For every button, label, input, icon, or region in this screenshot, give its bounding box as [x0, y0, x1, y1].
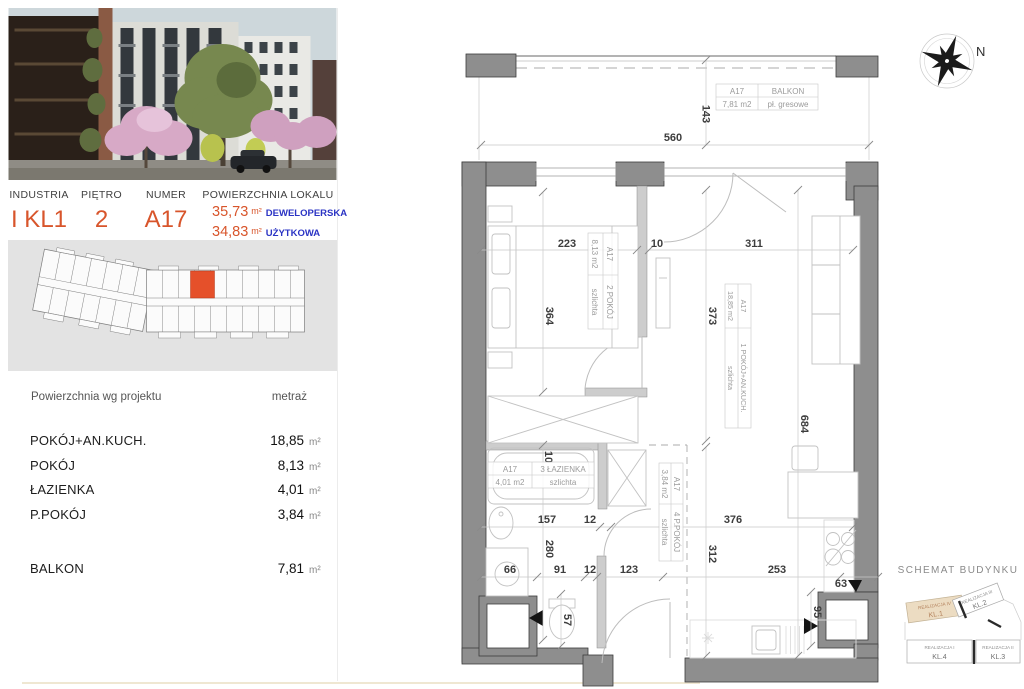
sofa — [812, 216, 860, 364]
table-row: POKÓJ+AN.KUCH. 18,85 m² — [8, 433, 337, 448]
svg-text:8,13 m2: 8,13 m2 — [590, 240, 599, 269]
svg-text:18,85 m2: 18,85 m2 — [726, 291, 735, 321]
svg-text:SCHEMAT BUDYNKU: SCHEMAT BUDYNKU — [898, 565, 1019, 576]
tv-console — [656, 258, 670, 328]
floor-minimap-band — [8, 240, 337, 371]
svg-text:373: 373 — [706, 307, 718, 325]
bathroom-sink — [489, 507, 513, 539]
schemat-kl4: REALIZACJA I KL.4 — [907, 640, 972, 663]
table-header-left: Powierzchnia wg projektu — [31, 391, 161, 403]
washing-machine — [608, 450, 646, 506]
windows — [536, 163, 846, 181]
svg-text:2 POKÓJ: 2 POKÓJ — [605, 285, 614, 319]
powierzchnia-label: POWIERZCHNIA LOKALU — [199, 189, 337, 201]
svg-text:280: 280 — [543, 540, 555, 558]
apartment-sheet: 560 143 223 10 311 364 373 684 10 157 12… — [0, 0, 1024, 689]
wardrobe — [488, 396, 638, 443]
svg-text:A17: A17 — [739, 300, 748, 313]
svg-text:A17: A17 — [730, 87, 745, 96]
svg-text:A17: A17 — [503, 465, 518, 474]
svg-text:95: 95 — [811, 606, 823, 618]
numer-value: A17 — [133, 206, 199, 234]
svg-text:91: 91 — [554, 564, 566, 576]
svg-text:3,84 m2: 3,84 m2 — [660, 470, 669, 499]
room-label-lazienka: A17 3 ŁAZIENKA 4,01 m2 szlichta — [488, 462, 594, 488]
svg-text:560: 560 — [664, 132, 682, 144]
apartment-card-panel: INDUSTRIA I KL1 PIĘTRO 2 NUMER A17 POWIE… — [8, 8, 338, 681]
schemat-kl2: REALIZACJA III KL.2 — [952, 583, 1003, 617]
svg-text:szlichta: szlichta — [726, 366, 735, 390]
svg-text:10: 10 — [651, 238, 663, 250]
chair — [792, 446, 818, 470]
svg-text:57: 57 — [561, 614, 573, 626]
table-row: P.POKÓJ 3,84 m² — [8, 507, 337, 522]
svg-text:pł. gresowe: pł. gresowe — [768, 100, 809, 109]
svg-text:311: 311 — [745, 238, 763, 250]
svg-text:66: 66 — [504, 564, 516, 576]
svg-text:7,81 m2: 7,81 m2 — [723, 100, 752, 109]
svg-text:223: 223 — [558, 238, 576, 250]
svg-text:12: 12 — [584, 514, 596, 526]
svg-text:253: 253 — [768, 564, 786, 576]
area-deweloperska: 35,73m²DEWELOPERSKA — [199, 203, 337, 221]
unit-header: INDUSTRIA I KL1 PIĘTRO 2 NUMER A17 POWIE… — [8, 180, 337, 240]
table-row-balkon: BALKON 7,81 m² — [8, 561, 337, 576]
svg-text:12: 12 — [584, 564, 596, 576]
industria-label: INDUSTRIA — [8, 189, 70, 201]
table-row: ŁAZIENKA 4,01 m² — [8, 482, 337, 497]
svg-text:376: 376 — [724, 514, 742, 526]
svg-text:143: 143 — [700, 105, 712, 123]
svg-text:312: 312 — [706, 545, 718, 563]
svg-text:REALIZACJA II: REALIZACJA II — [982, 645, 1013, 650]
room-label-pokoj: A17 2 POKÓJ 8,13 m2 szlichta — [588, 233, 618, 329]
area-uzytkowa: 34,83m²UŻYTKOWA — [199, 223, 337, 241]
table-header-right: metraż — [272, 391, 307, 403]
compass-rose: N — [912, 26, 985, 95]
svg-text:4 P.POKÓJ: 4 P.POKÓJ — [672, 512, 681, 552]
room-label-balkon: A17 BALKON 7,81 m2 pł. gresowe — [716, 84, 818, 110]
svg-text:A17: A17 — [605, 247, 614, 262]
north-label: N — [976, 44, 985, 59]
nightstand — [488, 352, 512, 368]
floor-minimap — [31, 245, 304, 338]
industria-value: I KL1 — [8, 206, 70, 234]
svg-text:157: 157 — [538, 514, 556, 526]
room-label-pokoj-an-kuch: A17 1 POKÓJ+AN.KUCH. 18,85 m2 szlichta — [725, 284, 751, 428]
svg-text:10: 10 — [542, 451, 554, 463]
pietro-value: 2 — [70, 206, 133, 234]
stove — [825, 530, 856, 566]
svg-text:123: 123 — [620, 564, 638, 576]
svg-text:szlichta: szlichta — [590, 289, 599, 316]
svg-text:BALKON: BALKON — [772, 87, 805, 96]
dining-table — [788, 472, 858, 518]
svg-text:A17: A17 — [672, 477, 681, 492]
pietro-label: PIĘTRO — [70, 189, 133, 201]
svg-text:4,01 m2: 4,01 m2 — [496, 478, 525, 487]
svg-text:3 ŁAZIENKA: 3 ŁAZIENKA — [540, 465, 586, 474]
svg-text:szlichta: szlichta — [660, 519, 669, 546]
room-label-p-pokoj: A17 4 P.POKÓJ 3,84 m2 szlichta — [659, 463, 683, 561]
svg-text:1 POKÓJ+AN.KUCH.: 1 POKÓJ+AN.KUCH. — [739, 344, 748, 413]
numer-label: NUMER — [133, 189, 199, 201]
svg-text:684: 684 — [798, 415, 810, 434]
svg-text:KL.3: KL.3 — [991, 654, 1006, 661]
svg-text:szlichta: szlichta — [550, 478, 577, 487]
selected-unit — [191, 271, 215, 298]
svg-text:364: 364 — [543, 307, 555, 326]
svg-text:KL.4: KL.4 — [932, 654, 947, 661]
nightstand — [488, 206, 512, 222]
area-table: Powierzchnia wg projektu metraż POKÓJ+AN… — [8, 371, 337, 576]
svg-text:63: 63 — [835, 578, 847, 590]
svg-text:REALIZACJA I: REALIZACJA I — [924, 645, 954, 650]
schemat-kl3: REALIZACJA II KL.3 — [976, 640, 1020, 663]
kitchen-sink — [702, 626, 804, 654]
schemat-budynku: SCHEMAT BUDYNKU REALIZACJA IV KL.1 REALI… — [898, 565, 1021, 664]
table-row: POKÓJ 8,13 m² — [8, 458, 337, 473]
building-photo — [8, 8, 337, 180]
